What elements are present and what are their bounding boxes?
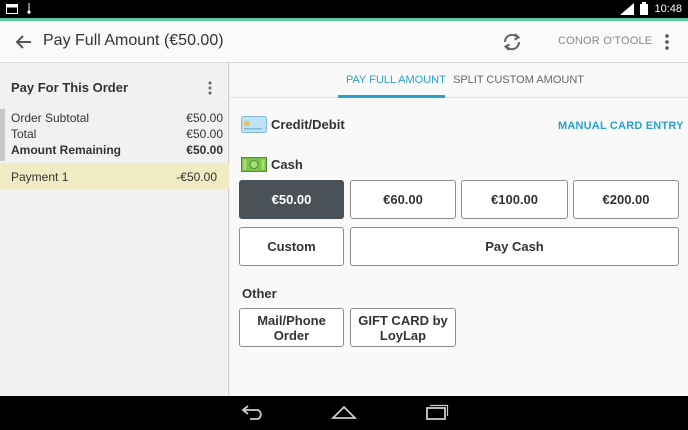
order-summary: Order Subtotal €50.00 Total €50.00 Amoun… bbox=[0, 109, 229, 161]
payment-panel: PAY FULL AMOUNT SPLIT CUSTOM AMOUNT Cred… bbox=[230, 63, 688, 396]
cash-label: Cash bbox=[241, 157, 303, 172]
nav-back-icon[interactable] bbox=[240, 404, 266, 420]
tab-pay-full-amount[interactable]: PAY FULL AMOUNT bbox=[346, 74, 446, 86]
summary-label: Order Subtotal bbox=[11, 111, 90, 125]
app-bar: Pay Full Amount (€50.00) CONOR O'TOOLE bbox=[0, 21, 688, 63]
summary-value: €50.00 bbox=[186, 127, 223, 141]
pay-cash-button[interactable]: Pay Cash bbox=[350, 227, 679, 266]
gift-card-loylap-button[interactable]: GIFT CARD by LoyLap bbox=[350, 308, 456, 347]
overflow-menu-icon[interactable] bbox=[660, 32, 674, 52]
payment-label: Payment 1 bbox=[11, 170, 69, 184]
cash-amount-200-button[interactable]: €200.00 bbox=[573, 180, 679, 219]
page-title: Pay Full Amount (€50.00) bbox=[43, 32, 224, 49]
tab-split-custom-amount[interactable]: SPLIT CUSTOM AMOUNT bbox=[453, 74, 584, 86]
cash-text: Cash bbox=[271, 157, 303, 172]
payment-row-content: Payment 1 -€50.00 bbox=[11, 170, 217, 184]
order-menu-icon[interactable] bbox=[204, 80, 216, 96]
cash-icon bbox=[241, 157, 267, 172]
summary-label: Total bbox=[11, 127, 37, 141]
cash-amount-60-button[interactable]: €60.00 bbox=[350, 180, 456, 219]
usb-icon bbox=[27, 3, 31, 14]
payment-value: -€50.00 bbox=[176, 170, 217, 184]
payment-row[interactable]: Payment 1 -€50.00 bbox=[0, 163, 229, 189]
window-icon bbox=[6, 3, 18, 14]
summary-row-subtotal: Order Subtotal €50.00 bbox=[11, 111, 223, 125]
cash-amount-100-button[interactable]: €100.00 bbox=[461, 180, 568, 219]
back-arrow-icon[interactable] bbox=[14, 32, 34, 52]
custom-amount-button[interactable]: Custom bbox=[239, 227, 344, 266]
status-time: 10:48 bbox=[654, 2, 682, 15]
mail-phone-order-button[interactable]: Mail/Phone Order bbox=[239, 308, 344, 347]
user-name[interactable]: CONOR O'TOOLE bbox=[558, 35, 652, 47]
summary-row-remaining: Amount Remaining €50.00 bbox=[11, 143, 223, 157]
nav-recents-icon[interactable] bbox=[423, 404, 449, 420]
manual-card-entry-button[interactable]: MANUAL CARD ENTRY bbox=[558, 120, 684, 132]
status-bar: 10:48 bbox=[0, 0, 688, 18]
credit-card-icon bbox=[241, 116, 267, 133]
payment-tabs: PAY FULL AMOUNT SPLIT CUSTOM AMOUNT bbox=[230, 63, 688, 98]
signal-icon bbox=[620, 2, 635, 15]
order-panel: Pay For This Order Order Subtotal €50.00… bbox=[0, 63, 229, 396]
summary-row-total: Total €50.00 bbox=[11, 127, 223, 141]
battery-icon bbox=[640, 2, 649, 15]
credit-debit-text: Credit/Debit bbox=[271, 117, 345, 132]
summary-value: €50.00 bbox=[186, 111, 223, 125]
other-label: Other bbox=[242, 286, 277, 301]
summary-value: €50.00 bbox=[186, 143, 223, 157]
cash-amount-50-button[interactable]: €50.00 bbox=[239, 180, 344, 219]
nav-home-icon[interactable] bbox=[331, 404, 357, 420]
active-tab-indicator bbox=[338, 95, 445, 98]
order-panel-title: Pay For This Order bbox=[11, 80, 129, 95]
system-nav-bar bbox=[0, 396, 688, 430]
sync-icon[interactable] bbox=[501, 31, 523, 53]
credit-debit-label: Credit/Debit bbox=[241, 116, 345, 133]
summary-label: Amount Remaining bbox=[11, 143, 121, 157]
